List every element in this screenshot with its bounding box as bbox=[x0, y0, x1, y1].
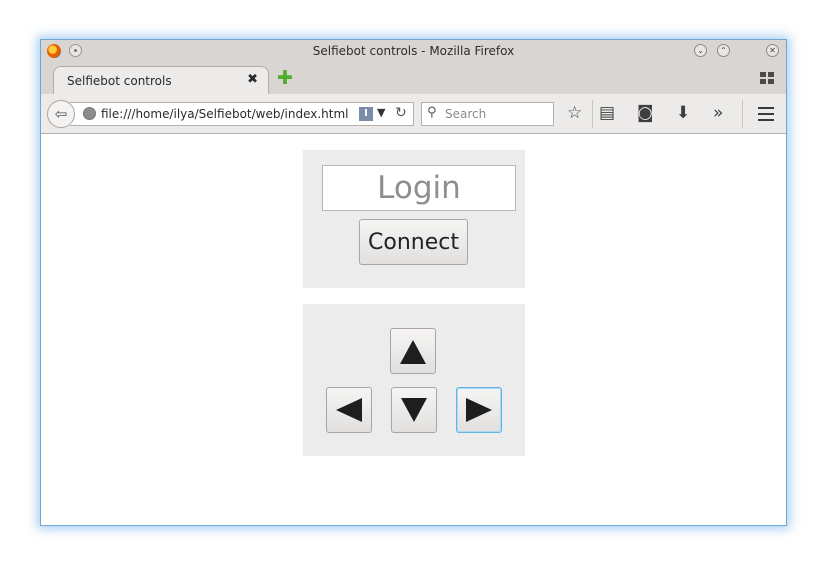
reader-view-icon[interactable]: I bbox=[359, 107, 373, 121]
tab-selfiebot-controls[interactable]: Selfiebot controls ✖ bbox=[53, 66, 269, 95]
bookmark-star-icon[interactable]: ☆ bbox=[567, 103, 582, 123]
right-arrow-icon bbox=[466, 398, 492, 422]
move-right-button[interactable] bbox=[456, 387, 502, 433]
back-arrow-icon: ⇦ bbox=[54, 105, 68, 123]
connect-button[interactable]: Connect bbox=[359, 219, 468, 265]
move-down-button[interactable] bbox=[391, 387, 437, 433]
globe-icon bbox=[83, 107, 96, 120]
window-title: Selfiebot controls - Mozilla Firefox bbox=[312, 44, 515, 58]
url-bar[interactable]: file:///home/ilya/Selfiebot/web/index.ht… bbox=[70, 102, 414, 126]
toolbar-separator bbox=[742, 100, 743, 128]
pocket-icon[interactable]: ◙ bbox=[637, 103, 654, 123]
login-panel: Connect bbox=[303, 150, 525, 288]
left-arrow-icon bbox=[336, 398, 362, 422]
move-left-button[interactable] bbox=[326, 387, 372, 433]
bookmarks-list-icon[interactable]: ▤ bbox=[599, 103, 615, 123]
login-input[interactable] bbox=[322, 165, 516, 211]
close-window-button[interactable]: ✕ bbox=[766, 44, 779, 57]
tab-close-icon[interactable]: ✖ bbox=[247, 72, 258, 87]
overflow-chevron-icon[interactable]: » bbox=[713, 103, 723, 123]
new-tab-button[interactable]: ✚ bbox=[277, 68, 293, 88]
minimize-button[interactable]: ⌄ bbox=[694, 44, 707, 57]
tab-strip: Selfiebot controls ✖ ✚ bbox=[41, 63, 786, 95]
reload-icon[interactable]: ↻ bbox=[395, 105, 407, 121]
search-icon: ⚲ bbox=[427, 105, 437, 120]
search-bar[interactable]: ⚲ Search bbox=[421, 102, 554, 126]
tab-groups-icon[interactable] bbox=[760, 72, 774, 85]
toolbar-separator bbox=[592, 100, 593, 128]
tab-label: Selfiebot controls bbox=[67, 74, 172, 88]
maximize-button[interactable]: ⌃ bbox=[717, 44, 730, 57]
search-placeholder: Search bbox=[445, 107, 487, 121]
move-up-button[interactable] bbox=[390, 328, 436, 374]
navigation-toolbar: file:///home/ilya/Selfiebot/web/index.ht… bbox=[41, 94, 786, 134]
up-arrow-icon bbox=[400, 340, 426, 364]
back-button[interactable]: ⇦ bbox=[47, 100, 75, 128]
download-icon[interactable]: ⬇ bbox=[676, 103, 690, 123]
title-bar: Selfiebot controls - Mozilla Firefox ⌄ ⌃… bbox=[41, 40, 786, 63]
page-content: Connect bbox=[41, 134, 786, 525]
down-arrow-icon bbox=[401, 398, 427, 422]
url-text[interactable]: file:///home/ilya/Selfiebot/web/index.ht… bbox=[101, 107, 349, 121]
controls-panel bbox=[303, 304, 525, 456]
chevron-down-icon[interactable]: ▼ bbox=[377, 106, 385, 119]
menu-icon[interactable] bbox=[758, 107, 774, 121]
browser-window: Selfiebot controls - Mozilla Firefox ⌄ ⌃… bbox=[40, 39, 787, 526]
